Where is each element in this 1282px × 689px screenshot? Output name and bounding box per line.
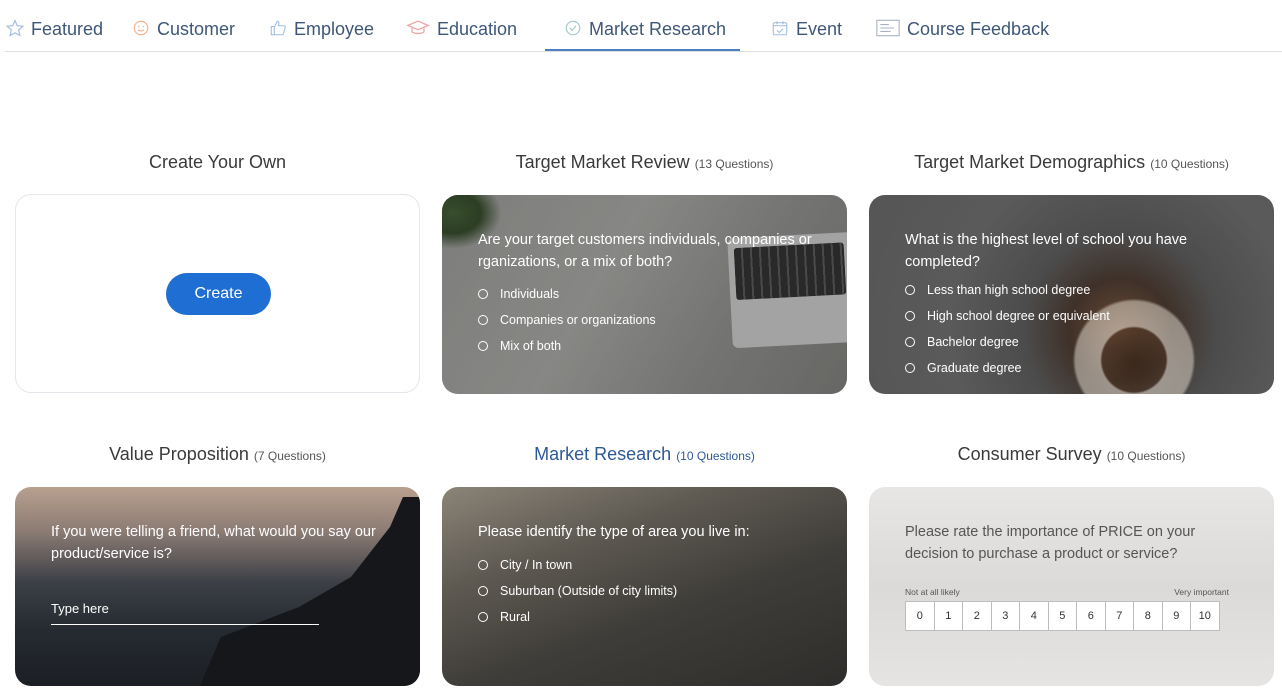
graduation-cap-icon <box>405 18 431 38</box>
tab-label: Employee <box>294 19 375 39</box>
tab-featured[interactable]: Featured <box>5 14 103 52</box>
radio-option: Individuals <box>478 281 819 307</box>
rating-cell: 5 <box>1047 601 1077 631</box>
tab-label: Education <box>437 19 518 39</box>
tab-label: Course Feedback <box>907 19 1050 39</box>
rating-scale-labels: Not at all likely Very important <box>905 587 1229 597</box>
rating-cell: 10 <box>1190 601 1220 631</box>
radio-option: Suburban (Outside of city limits) <box>478 578 819 604</box>
radio-option: Rural <box>478 604 819 630</box>
rating-cell: 2 <box>962 601 992 631</box>
text-answer-placeholder: Type here <box>51 601 319 625</box>
tab-bar-divider <box>5 51 1282 52</box>
rating-cell: 4 <box>1019 601 1049 631</box>
tab-label: Customer <box>157 19 236 39</box>
radio-option: Graduate degree <box>905 355 1246 381</box>
tab-employee[interactable]: Employee <box>268 14 374 52</box>
radio-option: Less than high school degree <box>905 277 1246 303</box>
radio-icon <box>478 586 488 596</box>
rating-cell: 0 <box>905 601 935 631</box>
rating-cell: 6 <box>1076 601 1106 631</box>
template-name: Consumer Survey <box>957 444 1102 464</box>
create-your-own-card: Create <box>15 194 420 393</box>
template-card-value-proposition[interactable]: If you were telling a friend, what would… <box>15 487 420 686</box>
card-title-market-research[interactable]: Market Research (10 Questions) <box>442 444 847 465</box>
question-count: (7 Questions) <box>253 449 326 463</box>
tab-label: Market Research <box>589 19 727 39</box>
template-card-consumer-survey[interactable]: Please rate the importance of PRICE on y… <box>869 487 1274 686</box>
rating-cell: 9 <box>1161 601 1191 631</box>
radio-icon <box>478 612 488 622</box>
text-answer-field: Type here <box>51 601 319 625</box>
form-icon <box>875 18 901 38</box>
card-title-target-market-review[interactable]: Target Market Review (13 Questions) <box>442 152 847 173</box>
answer-options: City / In town Suburban (Outside of city… <box>478 552 819 630</box>
tab-label: Featured <box>31 19 104 39</box>
create-button[interactable]: Create <box>166 273 271 315</box>
sample-question: Are your target customers individuals, c… <box>478 232 812 270</box>
radio-icon <box>478 289 488 299</box>
category-tab-bar: Featured Customer Employee Education Mar… <box>0 0 1282 52</box>
tab-course-feedback[interactable]: Course Feedback <box>875 14 1049 52</box>
question-count: (10 Questions) <box>676 449 755 463</box>
answer-options: Less than high school degree High school… <box>905 277 1246 381</box>
radio-icon <box>905 285 915 295</box>
rating-cell: 1 <box>933 601 963 631</box>
tab-event[interactable]: Event <box>770 14 842 52</box>
card-title-consumer-survey[interactable]: Consumer Survey (10 Questions) <box>869 444 1274 465</box>
radio-option: Bachelor degree <box>905 329 1246 355</box>
rating-scale: 0 1 2 3 4 5 6 7 8 9 10 <box>905 601 1246 631</box>
smiley-icon <box>131 18 151 38</box>
tab-market-research[interactable]: Market Research <box>544 14 741 52</box>
question-count: (13 Questions) <box>694 157 774 171</box>
question-count: (10 Questions) <box>1150 157 1229 171</box>
thumbs-up-icon <box>268 18 288 38</box>
radio-icon <box>478 341 488 351</box>
template-name: Value Proposition <box>109 444 249 464</box>
card-title-target-market-demographics[interactable]: Target Market Demographics (10 Questions… <box>869 152 1274 173</box>
card-title-create: Create Your Own <box>148 152 287 172</box>
radio-option: City / In town <box>478 552 819 578</box>
rating-cell: 8 <box>1133 601 1163 631</box>
radio-option: Mix of both <box>478 333 819 359</box>
sample-question: Please identify the type of area you liv… <box>478 524 750 540</box>
radio-option: Companies or organizations <box>478 307 819 333</box>
template-card-market-research[interactable]: Please identify the type of area you liv… <box>442 487 847 686</box>
template-name: Target Market Demographics <box>914 152 1146 172</box>
radio-icon <box>905 311 915 321</box>
template-name: Market Research <box>534 444 672 464</box>
sample-question: If you were telling a friend, what would… <box>51 524 376 562</box>
sample-question: What is the highest level of school you … <box>905 232 1188 270</box>
scale-low-label: Not at all likely <box>905 587 960 597</box>
tab-label: Event <box>796 19 843 39</box>
tab-education[interactable]: Education <box>405 14 517 52</box>
card-title-value-proposition[interactable]: Value Proposition (7 Questions) <box>15 444 420 465</box>
star-icon <box>5 18 25 38</box>
radio-option: High school degree or equivalent <box>905 303 1246 329</box>
tab-customer[interactable]: Customer <box>131 14 235 52</box>
radio-icon <box>478 315 488 325</box>
rating-cell: 7 <box>1104 601 1134 631</box>
scale-high-label: Very important <box>1174 587 1229 597</box>
radio-icon <box>905 363 915 373</box>
radio-icon <box>478 560 488 570</box>
template-card-target-market-demographics[interactable]: What is the highest level of school you … <box>869 195 1274 394</box>
question-count: (10 Questions) <box>1106 449 1186 463</box>
template-name: Target Market Review <box>515 152 690 172</box>
radio-icon <box>905 337 915 347</box>
sample-question: Please rate the importance of PRICE on y… <box>905 524 1196 562</box>
answer-options: Individuals Companies or organizations M… <box>478 281 819 359</box>
rating-cell: 3 <box>990 601 1020 631</box>
calendar-icon <box>770 18 790 38</box>
template-card-target-market-review[interactable]: Are your target customers individuals, c… <box>442 195 847 394</box>
target-icon <box>563 18 583 38</box>
